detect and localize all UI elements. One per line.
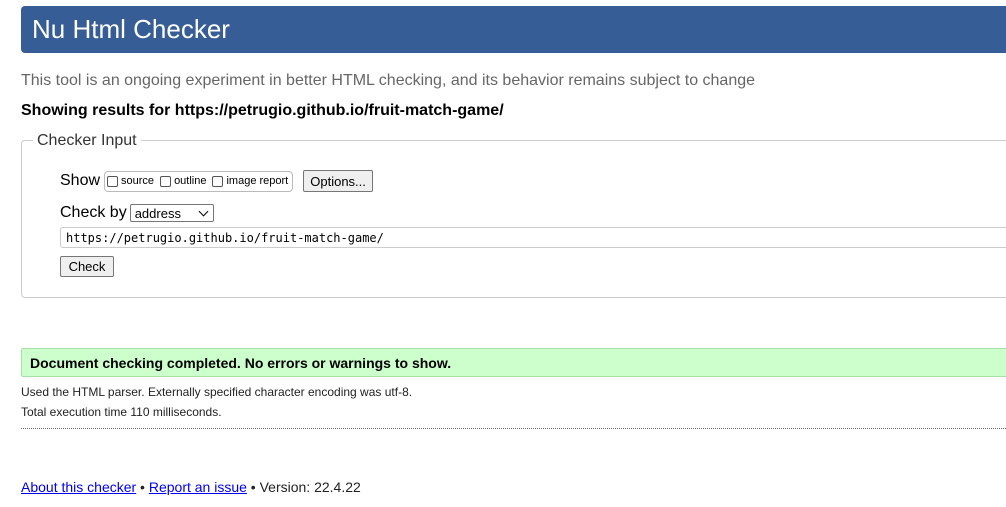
execution-time: Total execution time 110 milliseconds. xyxy=(21,405,222,419)
footer: About this checker • Report an issue • V… xyxy=(21,478,361,496)
check-by-selected-value: address xyxy=(134,205,181,221)
app-header: Nu Html Checker xyxy=(21,6,1006,53)
about-checker-link[interactable]: About this checker xyxy=(21,479,136,495)
checker-input-legend: Checker Input xyxy=(33,131,141,151)
outline-option-label: outline xyxy=(174,175,207,187)
source-option[interactable]: source xyxy=(107,175,154,187)
version-text: Version: 22.4.22 xyxy=(259,479,361,495)
chevron-down-icon xyxy=(198,206,209,216)
outline-checkbox[interactable] xyxy=(160,175,172,187)
image-report-checkbox[interactable] xyxy=(212,175,224,187)
check-by-row: Check by address xyxy=(60,204,214,222)
showing-results-heading: Showing results for https://petrugio.git… xyxy=(21,102,504,119)
report-issue-link[interactable]: Report an issue xyxy=(149,479,247,495)
check-by-select[interactable]: address xyxy=(129,204,214,222)
tagline: This tool is an ongoing experiment in be… xyxy=(21,72,756,89)
success-message: Document checking completed. No errors o… xyxy=(30,355,452,371)
footer-separator: • xyxy=(136,479,149,495)
outline-option[interactable]: outline xyxy=(160,175,206,187)
check-by-label: Check by xyxy=(60,204,127,221)
show-options-row: Show source outline image report Options… xyxy=(60,170,373,192)
check-button[interactable]: Check xyxy=(60,256,114,277)
page-title: Nu Html Checker xyxy=(32,14,230,44)
show-checkbox-group: source outline image report xyxy=(104,170,294,192)
show-label: Show xyxy=(60,172,101,189)
source-checkbox[interactable] xyxy=(107,175,119,187)
url-input[interactable]: https://petrugio.github.io/fruit-match-g… xyxy=(60,227,1006,248)
parser-info: Used the HTML parser. Externally specifi… xyxy=(21,385,413,399)
footer-separator-2: • xyxy=(246,479,260,495)
image-report-option-label: image report xyxy=(226,175,289,187)
source-option-label: source xyxy=(121,175,155,187)
image-report-option[interactable]: image report xyxy=(212,175,288,187)
options-button[interactable]: Options... xyxy=(303,170,373,192)
divider xyxy=(21,428,1006,429)
success-message-box: Document checking completed. No errors o… xyxy=(21,348,1006,377)
